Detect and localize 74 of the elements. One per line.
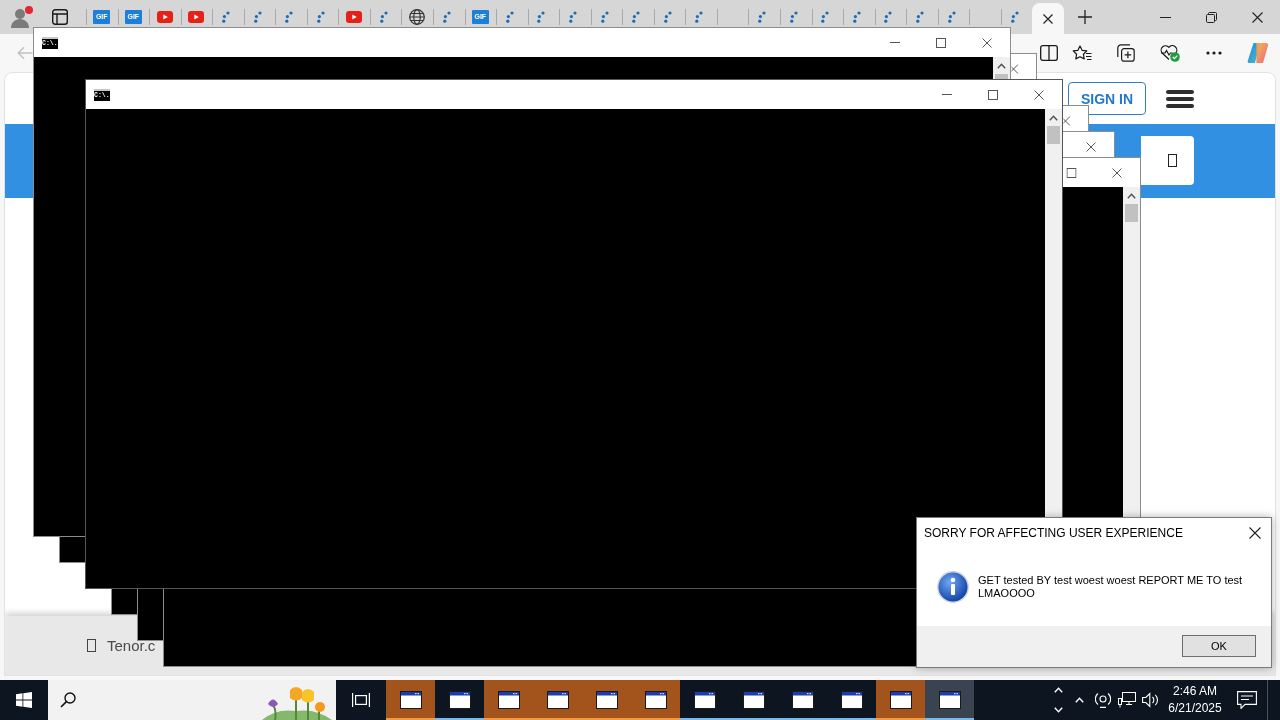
close-icon [1043, 13, 1054, 24]
split-screen-icon [1040, 45, 1058, 61]
webcam-icon [1095, 692, 1111, 708]
windows-logo-icon [16, 692, 32, 708]
window-icon [742, 691, 765, 709]
close-icon [982, 37, 992, 48]
chevron-up-icon [1127, 192, 1136, 199]
close-icon [1011, 63, 1018, 74]
footer-text: Tenor.c [107, 637, 156, 654]
window-icon [595, 691, 618, 709]
sign-in-button[interactable]: SIGN IN [1068, 82, 1146, 115]
globe-icon [409, 9, 426, 25]
taskbar-app-button[interactable] [386, 680, 435, 720]
maximize-icon [988, 89, 998, 100]
clock-button[interactable]: 2:46 AM 6/21/2025 [1163, 680, 1227, 720]
favorites-icon [1072, 45, 1092, 61]
window-icon [791, 691, 814, 709]
search-field[interactable] [1141, 136, 1194, 185]
chevron-up-icon [997, 62, 1006, 69]
maximize-icon [1066, 167, 1076, 178]
more-icon [1206, 51, 1222, 55]
heart-check-icon [1160, 44, 1180, 62]
rectangle-icon [87, 639, 96, 652]
back-arrow-icon [17, 46, 33, 60]
dialog-title: SORRY FOR AFFECTING USER EXPERIENCE [924, 525, 1184, 540]
close-icon [1086, 141, 1096, 152]
chevron-up-icon [1053, 687, 1063, 693]
swirl-icon [1247, 42, 1269, 64]
panel-icon [52, 9, 68, 25]
menu-icon [1166, 89, 1194, 108]
speaker-icon [1142, 692, 1160, 708]
info-icon [937, 571, 969, 603]
video-play-icon [188, 11, 205, 23]
window-icon [840, 691, 863, 709]
plus-icon [1078, 10, 1092, 24]
maximize-icon [936, 37, 946, 48]
taskbar-app-button[interactable] [925, 680, 974, 720]
minimize-icon [890, 42, 900, 43]
close-icon [1249, 526, 1261, 539]
window-icon [889, 691, 912, 709]
taskbar-app-button[interactable] [484, 680, 533, 720]
scrollbar-thumb[interactable] [995, 74, 1008, 79]
restore-icon [1205, 11, 1217, 23]
window-icon [693, 691, 716, 709]
window-icon [399, 691, 422, 709]
search-icon [60, 692, 76, 708]
minimize-icon [1159, 16, 1171, 18]
close-icon [1251, 11, 1263, 23]
profile-icon [11, 6, 33, 28]
window-icon [644, 691, 667, 709]
network-icon [1118, 692, 1136, 708]
message-icon [1237, 691, 1257, 709]
taskbar-app-button[interactable] [631, 680, 680, 720]
video-play-icon [156, 11, 173, 23]
minimize-icon [942, 94, 952, 95]
ok-button[interactable]: OK [1182, 635, 1256, 657]
chevron-down-icon [1053, 707, 1063, 713]
chevron-up-icon [1074, 697, 1084, 703]
chevron-up-icon [1049, 114, 1058, 121]
dialog-message: GET tested BY test woest woest REPORT ME TO test LMAOOOO [978, 574, 1244, 600]
task-view-icon [352, 692, 370, 708]
scrollbar-thumb[interactable] [1125, 204, 1138, 222]
collections-icon [1117, 44, 1135, 62]
rectangle-icon [1168, 154, 1177, 167]
menu-button[interactable] [1166, 88, 1194, 109]
video-play-icon [346, 11, 363, 23]
close-icon [1034, 89, 1044, 100]
window-icon [448, 691, 471, 709]
window-icon [938, 691, 961, 709]
taskbar-app-button[interactable] [876, 680, 925, 720]
window-icon [497, 691, 520, 709]
window-icon [546, 691, 569, 709]
close-icon [1112, 167, 1122, 178]
scrollbar-thumb[interactable] [1047, 126, 1060, 144]
